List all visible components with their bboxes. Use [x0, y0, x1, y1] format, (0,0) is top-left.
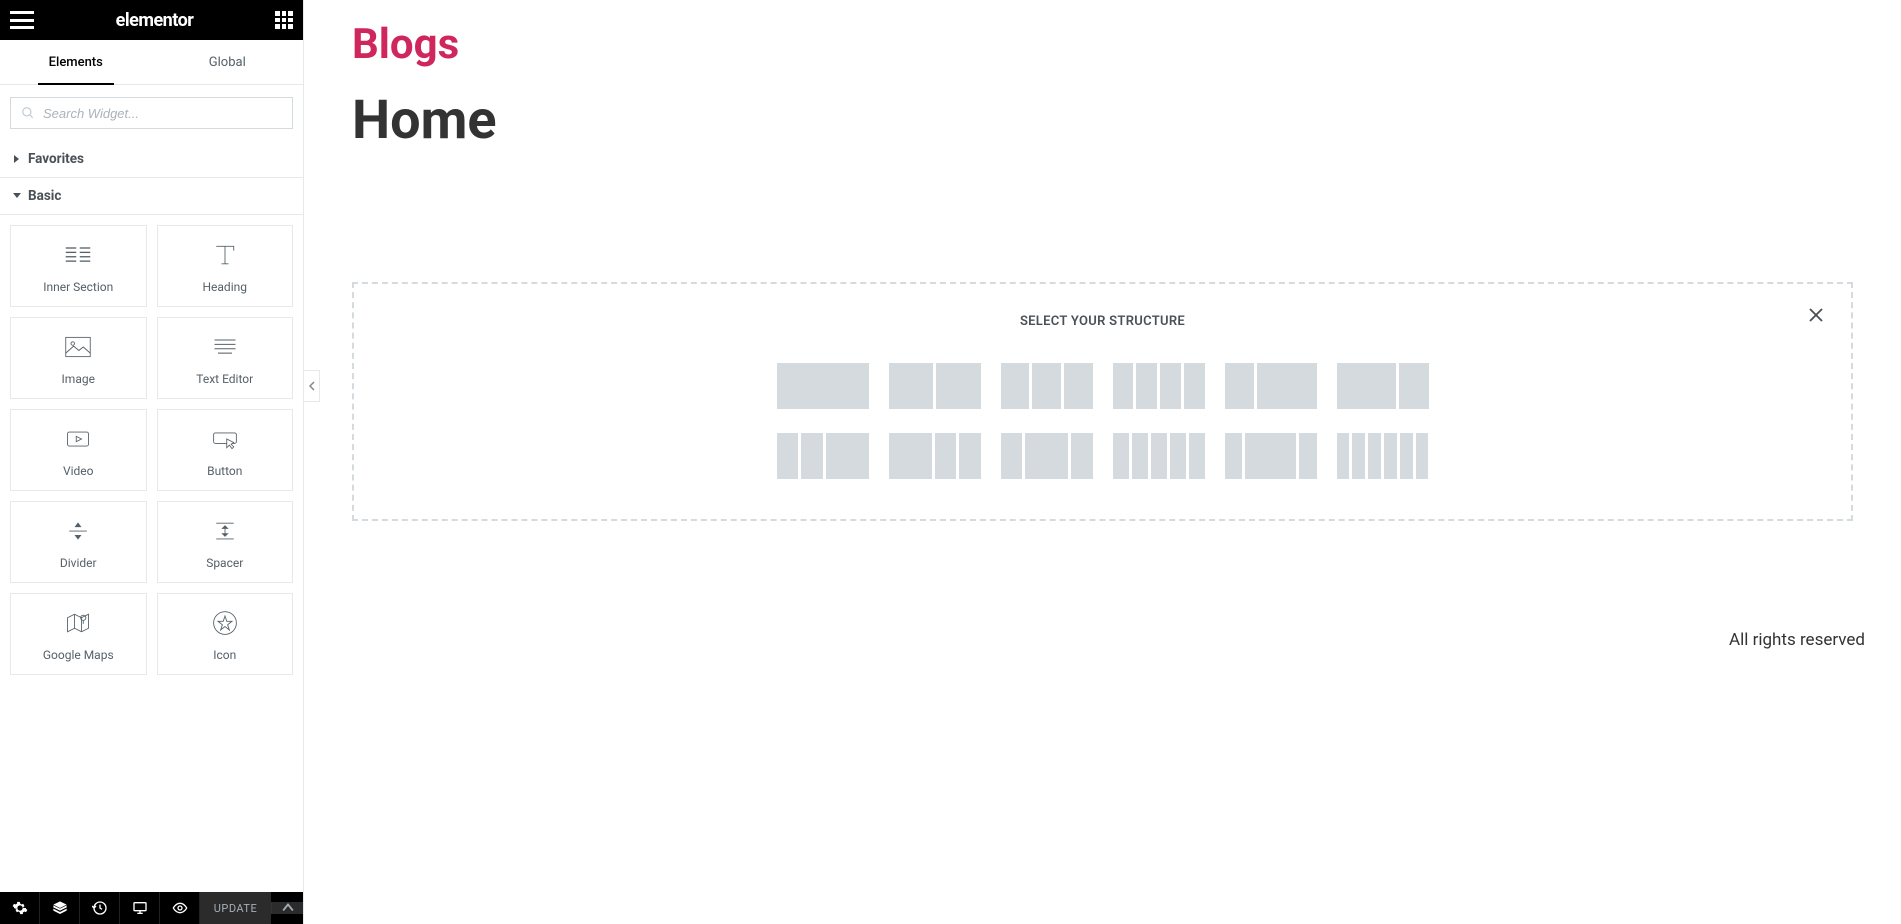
map-icon [64, 606, 92, 640]
divider-icon [64, 514, 92, 548]
inner-section-icon [64, 238, 92, 272]
widget-text-editor[interactable]: Text Editor [157, 317, 294, 399]
structure-2-1-1[interactable] [889, 433, 981, 479]
structure-1-1-2[interactable] [777, 433, 869, 479]
widget-divider[interactable]: Divider [10, 501, 147, 583]
page-title: Home [352, 89, 1853, 152]
logo: elementor [116, 10, 194, 31]
preview-button[interactable] [160, 892, 200, 924]
heading-icon [211, 238, 239, 272]
section-basic-label: Basic [28, 188, 61, 204]
star-icon [211, 606, 239, 640]
widget-label: Divider [60, 556, 97, 570]
preview-canvas: Blogs Home SELECT YOUR STRUCTURE [304, 0, 1901, 924]
widget-label: Button [207, 464, 242, 478]
widget-label: Spacer [206, 556, 243, 570]
widget-spacer[interactable]: Spacer [157, 501, 294, 583]
widget-label: Image [62, 372, 95, 386]
structure-2col[interactable] [889, 363, 981, 409]
responsive-button[interactable] [120, 892, 160, 924]
structure-5col[interactable] [1113, 433, 1205, 479]
image-icon [64, 330, 92, 364]
update-button[interactable]: UPDATE [200, 892, 271, 924]
section-favorites[interactable]: Favorites [0, 141, 303, 178]
widget-label: Google Maps [43, 648, 114, 662]
chevron-down-icon [12, 191, 22, 201]
editor-sidebar: elementor Elements Global Favorites Basi… [0, 0, 304, 924]
close-icon [1807, 306, 1825, 324]
structure-options [374, 363, 1831, 479]
tab-global[interactable]: Global [152, 40, 304, 84]
widget-label: Text Editor [196, 372, 253, 386]
section-basic[interactable]: Basic [0, 178, 303, 215]
widget-label: Heading [202, 280, 247, 294]
bottom-bar: UPDATE [0, 892, 303, 924]
search-icon [21, 106, 35, 120]
search-input[interactable] [43, 106, 282, 121]
widgets-list: Inner Section Heading Image [0, 215, 303, 892]
structure-1-2[interactable] [1225, 363, 1317, 409]
widget-inner-section[interactable]: Inner Section [10, 225, 147, 307]
widget-google-maps[interactable]: Google Maps [10, 593, 147, 675]
widget-label: Icon [213, 648, 236, 662]
structure-1-3-1[interactable] [1225, 433, 1317, 479]
button-icon [211, 422, 239, 456]
widget-icon[interactable]: Icon [157, 593, 294, 675]
structure-1col[interactable] [777, 363, 869, 409]
search-box[interactable] [10, 97, 293, 129]
history-button[interactable] [80, 892, 120, 924]
widget-button[interactable]: Button [157, 409, 294, 491]
structure-title: SELECT YOUR STRUCTURE [374, 314, 1831, 329]
widget-label: Inner Section [43, 280, 113, 294]
widget-label: Video [63, 464, 94, 478]
search-wrap [0, 85, 303, 141]
update-options-button[interactable] [271, 902, 303, 914]
structure-4col[interactable] [1113, 363, 1205, 409]
widget-heading[interactable]: Heading [157, 225, 294, 307]
video-icon [64, 422, 92, 456]
menu-icon[interactable] [10, 11, 34, 29]
collapse-panel-button[interactable] [304, 370, 320, 402]
tab-elements[interactable]: Elements [0, 40, 152, 84]
settings-button[interactable] [0, 892, 40, 924]
navigator-button[interactable] [40, 892, 80, 924]
section-favorites-label: Favorites [28, 151, 84, 167]
structure-6col[interactable] [1337, 433, 1429, 479]
widget-video[interactable]: Video [10, 409, 147, 491]
widget-image[interactable]: Image [10, 317, 147, 399]
structure-selector: SELECT YOUR STRUCTURE [352, 282, 1853, 521]
structure-2-1[interactable] [1337, 363, 1429, 409]
site-title[interactable]: Blogs [352, 20, 1853, 69]
chevron-right-icon [12, 154, 22, 164]
chevron-left-icon [308, 381, 316, 391]
structure-3col[interactable] [1001, 363, 1093, 409]
structure-1-2-1[interactable] [1001, 433, 1093, 479]
spacer-icon [211, 514, 239, 548]
text-editor-icon [211, 330, 239, 364]
close-button[interactable] [1807, 306, 1825, 328]
panel-tabs: Elements Global [0, 40, 303, 85]
footer-text: All rights reserved [1729, 630, 1865, 650]
sidebar-header: elementor [0, 0, 303, 40]
apps-icon[interactable] [275, 11, 293, 29]
